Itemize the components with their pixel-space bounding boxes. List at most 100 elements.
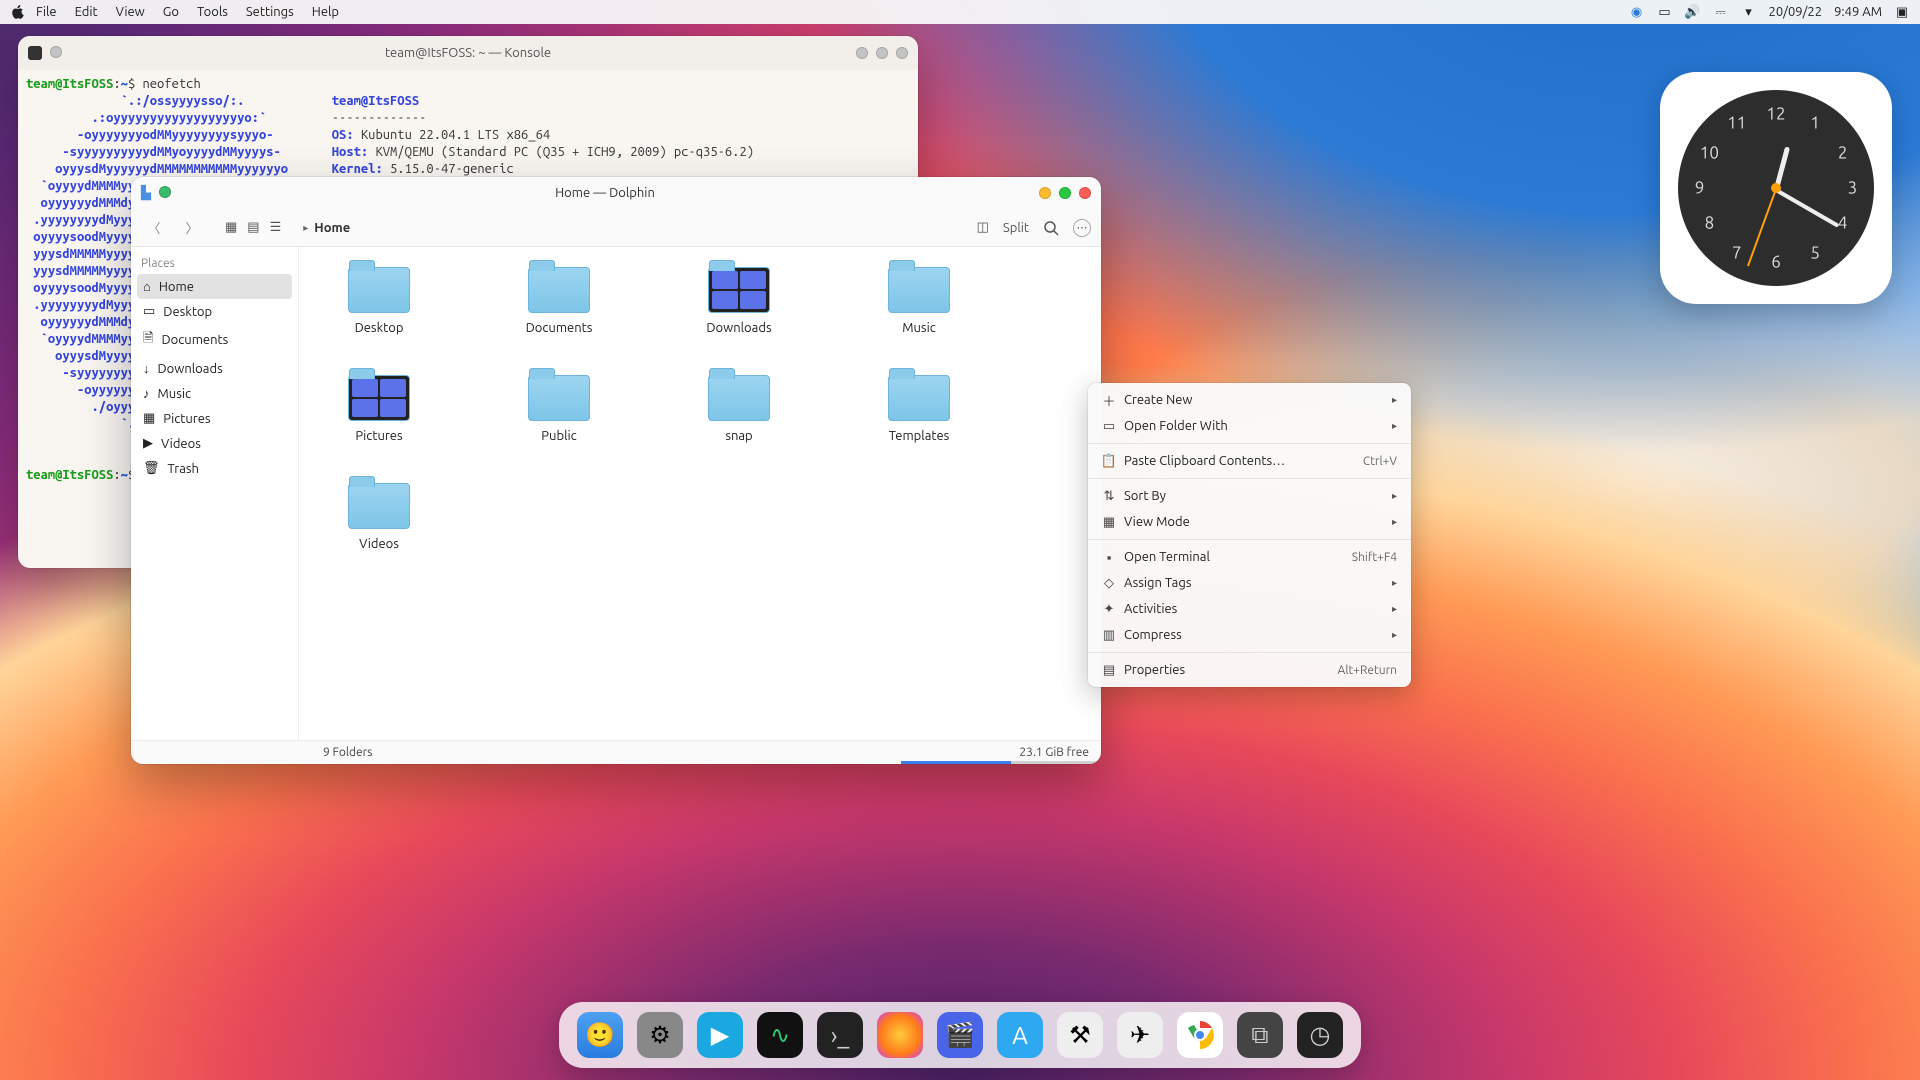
dock-editor[interactable]: ✈ [1117,1012,1163,1058]
dock-settings[interactable]: ⚙ [637,1012,683,1058]
network-icon[interactable]: ⎓ [1713,4,1729,20]
dock-app-store[interactable]: A [997,1012,1043,1058]
split-icon[interactable]: ◫ [977,220,989,235]
cm-sort-by[interactable]: ⇅Sort By▸ [1088,483,1411,509]
dock-devtool[interactable]: ⚒ [1057,1012,1103,1058]
trash-icon: 🗑 [143,461,160,476]
menubar: File Edit View Go Tools Settings Help ◉ … [0,0,1920,24]
dolphin-toolbar: 〈 〉 ▦ ▤ ☰ ▸ Home ◫ Split ⋯ [131,209,1101,247]
chevron-right-icon: ▸ [1392,420,1397,432]
folder-music[interactable]: Music [869,267,969,335]
menu-go[interactable]: Go [163,5,179,19]
dock-terminal[interactable]: ›_ [817,1012,863,1058]
dock-chrome[interactable] [1177,1012,1223,1058]
folder-desktop[interactable]: Desktop [329,267,429,335]
view-details-icon[interactable]: ☰ [270,220,282,235]
folder-public[interactable]: Public [509,375,609,443]
cm-view-mode[interactable]: ▦View Mode▸ [1088,509,1411,535]
clock-num-4: 4 [1838,214,1848,233]
dock-firefox[interactable] [877,1012,923,1058]
folder-videos[interactable]: Videos [329,483,429,551]
chevron-right-icon: ▸ [1392,603,1397,615]
dolphin-content[interactable]: Desktop Documents Downloads Music Pictur… [299,247,1101,740]
cm-paste[interactable]: 📋Paste Clipboard Contents…Ctrl+V [1088,448,1411,474]
documents-icon: 🗎 [143,329,153,351]
menu-settings[interactable]: Settings [246,5,294,19]
crumb-home[interactable]: Home [314,221,350,235]
clock-num-8: 8 [1705,214,1715,233]
dock-clock[interactable]: ◷ [1297,1012,1343,1058]
clock-widget[interactable]: 12 1 2 3 4 5 6 7 8 9 10 11 [1660,72,1892,304]
breadcrumb[interactable]: ▸ Home [303,221,350,235]
dolphin-titlebar[interactable]: ▙ Home — Dolphin [131,177,1101,209]
desktop-folder-icon: ▭ [143,304,155,319]
menubar-date[interactable]: 20/09/22 [1769,5,1823,19]
view-compact-icon[interactable]: ▤ [247,220,259,235]
konsole-minimize[interactable] [856,47,868,59]
dolphin-maximize[interactable] [1059,187,1071,199]
apple-logo-icon[interactable] [10,4,26,20]
cm-properties[interactable]: ▤PropertiesAlt+Return [1088,657,1411,683]
battery-icon[interactable]: ▭ [1657,4,1673,20]
folder-snap[interactable]: snap [689,375,789,443]
menu-tools[interactable]: Tools [197,5,228,19]
nav-forward-icon[interactable]: 〉 [179,215,205,241]
dolphin-minimize[interactable] [1039,187,1051,199]
clock-num-9: 9 [1695,179,1705,198]
view-icons-icon[interactable]: ▦ [225,220,237,235]
cm-activities[interactable]: ✦Activities▸ [1088,596,1411,622]
konsole-close[interactable] [896,47,908,59]
dock-system-monitor[interactable]: ∿ [757,1012,803,1058]
bluetooth-icon[interactable]: ◉ [1629,4,1645,20]
dock-media-player[interactable]: ▶ [697,1012,743,1058]
sidebar-item-home[interactable]: ⌂Home [137,274,292,299]
more-icon[interactable]: ⋯ [1073,219,1091,237]
pictures-icon: ▦ [143,411,155,426]
videos-icon: ▶ [143,436,153,451]
menu-items: File Edit View Go Tools Settings Help [36,5,339,19]
folder-pictures[interactable]: Pictures [329,375,429,443]
konsole-title: team@ItsFOSS: ~ — Konsole [18,46,918,60]
dolphin-close[interactable] [1079,187,1091,199]
cm-open-with[interactable]: ▭Open Folder With▸ [1088,413,1411,439]
sidebar-item-pictures[interactable]: ▦Pictures [131,406,298,431]
chevron-right-icon: ▸ [1392,629,1397,641]
desktop-icon[interactable]: ▣ [1894,4,1910,20]
menu-edit[interactable]: Edit [75,5,98,19]
folder-documents[interactable]: Documents [509,267,609,335]
volume-icon[interactable]: 🔊 [1685,4,1701,20]
search-icon[interactable] [1043,220,1059,236]
sidebar-item-videos[interactable]: ▶Videos [131,431,298,456]
dolphin-sidebar: Places ⌂Home ▭Desktop 🗎Documents ↓Downlo… [131,247,299,740]
folder-downloads[interactable]: Downloads [689,267,789,335]
nav-back-icon[interactable]: 〈 [141,215,167,241]
context-menu: ＋Create New▸ ▭Open Folder With▸ 📋Paste C… [1088,383,1411,687]
konsole-titlebar[interactable]: team@ItsFOSS: ~ — Konsole [18,36,918,70]
folder-templates[interactable]: Templates [869,375,969,443]
sidebar-item-trash[interactable]: 🗑Trash [131,456,298,481]
split-label[interactable]: Split [1003,221,1029,235]
dock-finder[interactable]: 🙂 [577,1012,623,1058]
cm-create-new[interactable]: ＋Create New▸ [1088,387,1411,413]
menubar-time[interactable]: 9:49 AM [1834,5,1882,19]
cm-assign-tags[interactable]: ◇Assign Tags▸ [1088,570,1411,596]
menu-help[interactable]: Help [312,5,339,19]
separator [1088,478,1411,479]
menu-file[interactable]: File [36,5,57,19]
shortcut-label: Alt+Return [1338,664,1397,677]
cm-compress[interactable]: ▥Compress▸ [1088,622,1411,648]
sidebar-item-documents[interactable]: 🗎Documents [131,324,298,356]
sidebar-item-downloads[interactable]: ↓Downloads [131,356,298,381]
sort-icon: ⇅ [1102,489,1116,503]
dock-video-editor[interactable]: 🎬 [937,1012,983,1058]
konsole-maximize[interactable] [876,47,888,59]
sidebar-item-desktop[interactable]: ▭Desktop [131,299,298,324]
dock-screenshot[interactable]: ⧉ [1237,1012,1283,1058]
chevron-down-icon[interactable]: ▾ [1741,4,1757,20]
sidebar-item-music[interactable]: ♪Music [131,381,298,406]
menu-view[interactable]: View [116,5,145,19]
plus-icon: ＋ [1102,393,1116,407]
clock-num-5: 5 [1810,243,1820,262]
cm-open-terminal[interactable]: ▪Open TerminalShift+F4 [1088,544,1411,570]
home-icon: ⌂ [143,279,151,294]
